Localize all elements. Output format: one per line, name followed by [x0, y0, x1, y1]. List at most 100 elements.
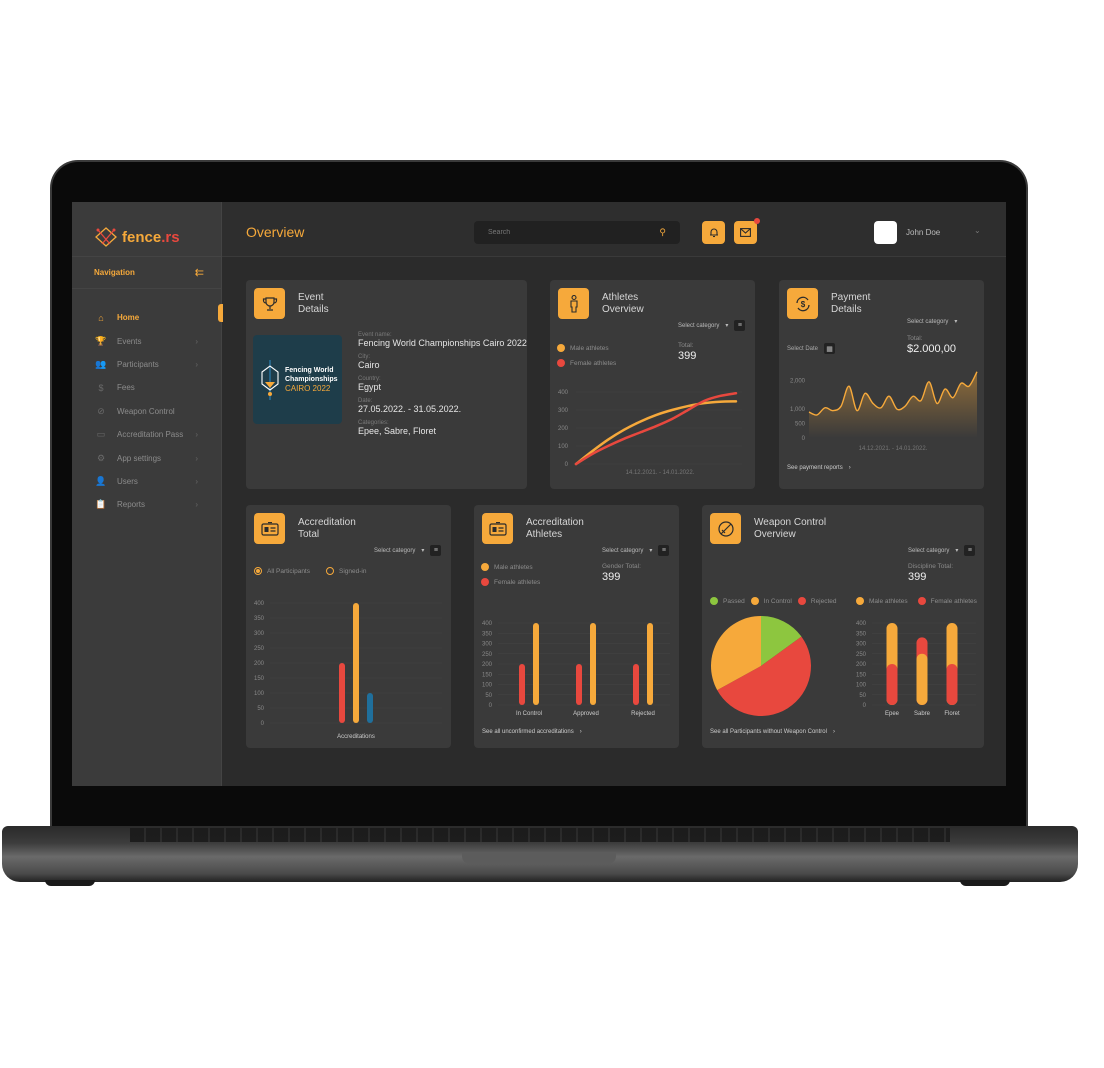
y-tick-label: 0 — [565, 462, 569, 468]
weapon-control-pie-chart — [711, 616, 811, 716]
trophy-icon — [254, 288, 285, 319]
event-details-card: Event Details Fencing World Championships… — [246, 280, 527, 489]
sidebar-item-reports[interactable]: 📋 Reports › — [72, 493, 222, 516]
user-icon: 👤 — [95, 475, 107, 486]
sidebar-item-events[interactable]: 🏆 Events › — [72, 329, 222, 352]
card-title: Athletes Overview — [602, 292, 644, 315]
sidebar-item-users[interactable]: 👤 Users › — [72, 470, 222, 493]
user-name[interactable]: John Doe — [906, 228, 940, 237]
sidebar-item-app-settings[interactable]: ⚙ App settings › — [72, 446, 222, 469]
logo[interactable]: fence.rs — [94, 226, 180, 248]
bar-female-athletes — [576, 664, 582, 705]
radio-all-participants[interactable]: All Participants — [254, 567, 310, 575]
total-summary: Gender Total: 399 — [602, 563, 641, 583]
total-summary: Total: $2.000,00 — [907, 335, 956, 355]
y-tick-label: 400 — [254, 601, 265, 607]
select-category-dropdown[interactable]: Select category ▾ ≡ — [908, 545, 976, 556]
see-participants-without-weapon-control-link[interactable]: See all Participants without Weapon Cont… — [710, 729, 835, 735]
bar-series-c — [367, 693, 373, 723]
chart-legend: Male athletes Female athletes — [557, 344, 616, 374]
weapon-control-stacked-bar-chart: 0 50 100 150 200 250 300 350 400 Epee Sabre Floret — [856, 621, 976, 717]
accreditation-athletes-bar-chart: 0 50 100 150 200 250 300 350 400 In Control Approv… — [482, 621, 670, 717]
filter-icon[interactable]: ≡ — [734, 320, 746, 331]
laptop-notch — [462, 852, 616, 864]
select-category-dropdown[interactable]: Select category ▾ ≡ — [678, 320, 746, 331]
select-category-dropdown[interactable]: Select category ▾ ≡ — [602, 545, 670, 556]
dropdown-caret-icon: ▾ — [649, 548, 653, 554]
series-line-male-athletes — [574, 400, 738, 466]
y-tick-label: 150 — [254, 676, 265, 682]
y-tick-label: 100 — [254, 691, 265, 697]
y-tick-label: 300 — [558, 408, 569, 414]
mail-icon — [740, 228, 751, 237]
navigation-heading: Navigation — [94, 268, 135, 277]
sidebar-item-participants[interactable]: 👥 Participants › — [72, 353, 222, 376]
sidebar-item-weapon-control[interactable]: ⊘ Weapon Control — [72, 400, 222, 423]
field-value: Cairo — [358, 360, 380, 370]
x-tick-label: Approved — [573, 711, 599, 717]
trophy-icon: 🏆 — [95, 335, 107, 346]
legend-item: Rejected — [797, 597, 837, 605]
chart-legend: Male athletes Female athletes — [481, 563, 540, 593]
sidebar-item-label: Weapon Control — [117, 406, 175, 416]
search-input[interactable] — [488, 229, 638, 236]
field-value: Epee, Sabre, Floret — [358, 426, 437, 436]
y-tick-label: 500 — [795, 422, 806, 428]
filter-icon[interactable]: ≡ — [658, 545, 670, 556]
y-tick-label: 50 — [859, 693, 866, 699]
collapse-sidebar-icon[interactable]: ⇇ — [195, 266, 204, 279]
chevron-right-icon: › — [579, 729, 582, 735]
currency-exchange-icon: $ — [787, 288, 818, 319]
card-title: Accreditation Athletes — [526, 517, 584, 540]
y-tick-label: 100 — [482, 683, 493, 689]
select-category-dropdown[interactable]: Select category ▾ ≡ — [374, 545, 442, 556]
see-payment-reports-link[interactable]: See payment reports › — [787, 465, 851, 471]
y-tick-label: 200 — [856, 662, 867, 668]
y-tick-label: 300 — [856, 642, 867, 648]
legend-item: Female athletes — [917, 597, 977, 605]
logo-text: fence.rs — [122, 228, 180, 246]
bar-male-athletes — [590, 623, 596, 705]
select-category-dropdown[interactable]: Select category ▾ — [907, 318, 957, 326]
y-tick-label: 0 — [261, 721, 265, 727]
championship-emblem-icon — [261, 359, 279, 400]
search-icon[interactable]: ⚲ — [659, 227, 666, 238]
messages-button[interactable] — [734, 218, 760, 244]
x-axis-label: 14.12.2021. - 14.01.2022. — [626, 470, 695, 476]
sidebar-item-label: Fees — [117, 383, 135, 393]
filter-icon[interactable]: ≡ — [430, 545, 442, 556]
id-badge-icon — [254, 513, 285, 544]
chevron-right-icon: › — [848, 465, 851, 471]
poster-line-3: CAIRO 2022 — [285, 384, 331, 393]
laptop-foot — [960, 880, 1010, 886]
sidebar-item-fees[interactable]: $ Fees — [72, 376, 222, 399]
see-unconfirmed-accreditations-link[interactable]: See all unconfirmed accreditations › — [482, 729, 582, 735]
sidebar-item-home[interactable]: ⌂ Home — [72, 306, 222, 329]
card-title: Event Details — [298, 292, 329, 315]
search-box[interactable]: ⚲ — [474, 221, 680, 244]
sidebar-item-label: Users — [117, 476, 138, 486]
chevron-right-icon: › — [195, 500, 198, 510]
user-menu-chevron-icon[interactable]: ⌄ — [974, 226, 981, 235]
x-tick-label: Epee — [885, 711, 900, 717]
y-tick-label: 0 — [489, 703, 493, 709]
field-value: 27.05.2022. - 31.05.2022. — [358, 404, 462, 414]
fence-logo-icon — [95, 227, 117, 247]
calendar-icon[interactable]: ▦ — [824, 343, 836, 354]
avatar[interactable] — [874, 221, 897, 244]
filter-icon[interactable]: ≡ — [964, 545, 976, 556]
y-tick-label: 300 — [254, 631, 265, 637]
y-tick-label: 250 — [254, 646, 265, 652]
accreditation-total-bar-chart: 0 50 100 150 200 250 300 350 400 Accreditations — [254, 601, 442, 740]
top-header: Overview ⚲ John Doe ⌄ — [222, 202, 1006, 257]
chevron-right-icon: › — [832, 729, 835, 735]
notifications-button[interactable] — [702, 221, 725, 244]
payment-area-chart: 0 500 1,000 2,000 14.12.2021. - 14.01.2022. — [790, 371, 978, 452]
radio-signed-in[interactable]: Signed-in — [326, 567, 366, 575]
legend-item: Passed — [710, 597, 745, 605]
settings-icon: ⚙ — [96, 452, 106, 463]
legend-item: In Control — [750, 597, 792, 605]
select-date-button[interactable]: Select Date ▦ — [787, 343, 836, 354]
sidebar-item-accreditation-pass[interactable]: ▭ Accreditation Pass › — [72, 423, 222, 446]
bar-male-athletes — [647, 623, 653, 705]
